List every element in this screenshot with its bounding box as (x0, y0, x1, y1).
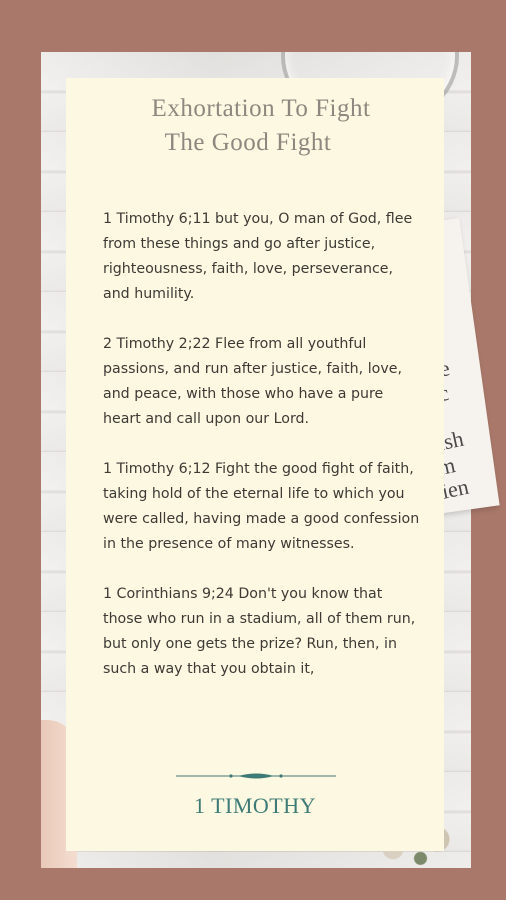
verse-card: Exhortation To Fight The Good Fight 1 Ti… (66, 78, 444, 851)
verse-list: 1 Timothy 6;11 but you, O man of God, fl… (103, 207, 423, 707)
verse-item: 1 Timothy 6;12 Fight the good fight of f… (103, 461, 420, 552)
title-line-2: The Good Fight (164, 129, 332, 156)
verse-item: 2 Timothy 2;22 Flee from all youthful pa… (103, 336, 402, 427)
card-title: Exhortation To Fight The Good Fight (66, 92, 444, 160)
verse-item: 1 Timothy 6;11 but you, O man of God, fl… (103, 211, 413, 302)
book-label: 1 TIMOTHY (193, 793, 317, 818)
verse-item: 1 Corinthians 9;24 Don't you know that t… (103, 586, 416, 677)
title-line-1: Exhortation To Fight (151, 95, 371, 122)
ornament-divider (176, 773, 336, 779)
